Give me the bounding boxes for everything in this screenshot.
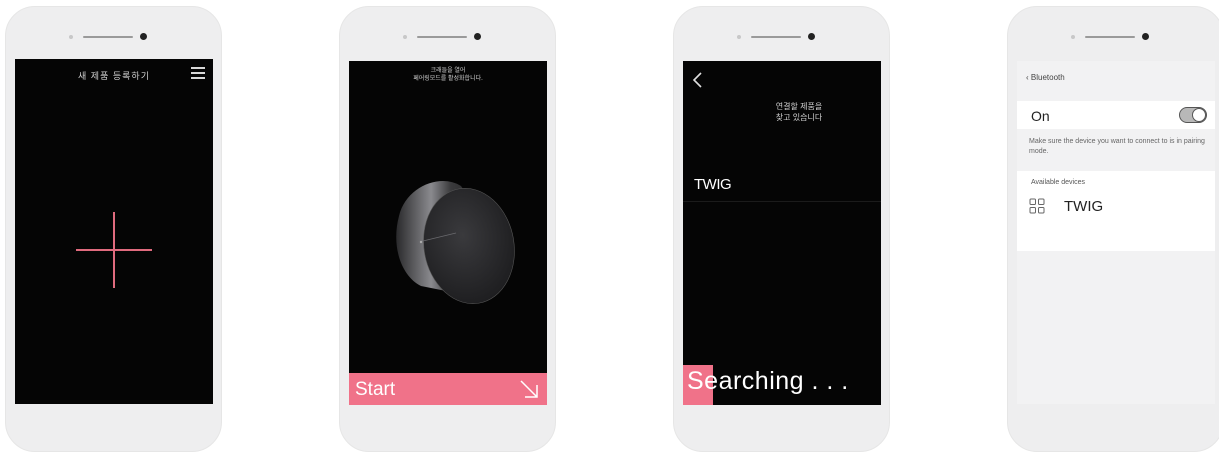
bluetooth-device-item[interactable]: TWIG: [1029, 196, 1199, 220]
phone-mockup-2: 크래들을 열어 페어링모드를 활성화합니다. Start: [339, 6, 556, 452]
phone-camera-area: [1070, 32, 1161, 42]
toggle-knob: [1192, 108, 1206, 122]
front-camera: [473, 33, 481, 40]
instruction-line-1: 크래들을 열어: [430, 68, 466, 74]
available-devices-panel: Available devices TWIG: [1017, 171, 1215, 251]
front-camera: [807, 33, 815, 40]
device-search-screen: 연결할 제품을 찾고 있습니다 TWIG Searching . . .: [683, 61, 881, 405]
device-grid-icon: [1029, 198, 1045, 214]
phone-mockup-4: ‹ Bluetooth On Make sure the device you …: [1007, 6, 1219, 452]
speaker-grille: [750, 36, 801, 38]
sensor-dot: [402, 35, 407, 39]
chevron-left-icon[interactable]: [691, 71, 705, 89]
sensor-dot: [736, 35, 741, 39]
instruction-line-2: 페어링모드를 활성화합니다.: [413, 76, 483, 82]
device-cradle-image: [396, 180, 515, 304]
device-list-item[interactable]: TWIG: [683, 166, 881, 202]
pairing-hint: Make sure the device you want to connect…: [1029, 138, 1205, 155]
speaker-grille: [82, 36, 133, 38]
status-line-2: 찾고 있습니다: [775, 113, 823, 122]
phone-camera-area: [736, 32, 827, 42]
back-label: Bluetooth: [1030, 73, 1065, 82]
status-line-1: 연결할 제품을: [775, 102, 823, 111]
bluetooth-toggle[interactable]: [1179, 107, 1207, 123]
search-status: 연결할 제품을 찾고 있습니다: [739, 101, 859, 123]
sensor-dot: [68, 35, 73, 39]
searching-indicator: Searching . . .: [683, 361, 881, 405]
phone-mockup-3: 연결할 제품을 찾고 있습니다 TWIG Searching . . .: [673, 6, 890, 452]
on-label: On: [1031, 108, 1050, 124]
pairing-instruction: 크래들을 열어 페어링모드를 활성화합니다.: [349, 67, 547, 83]
speaker-grille: [416, 36, 467, 38]
register-product-screen: 새 제품 등록하기: [15, 59, 213, 404]
chevron-left-icon: ‹: [1026, 73, 1029, 82]
hamburger-menu-icon[interactable]: [191, 67, 205, 79]
device-name: TWIG: [694, 176, 732, 193]
bluetooth-back-button[interactable]: ‹ Bluetooth: [1026, 73, 1065, 82]
phone-mockup-1: 새 제품 등록하기: [5, 6, 222, 452]
speaker-grille: [1084, 36, 1135, 38]
searching-label: Searching . . .: [687, 367, 849, 395]
front-camera: [1141, 33, 1149, 40]
add-product-plus-icon[interactable]: [76, 212, 152, 288]
page-title: 새 제품 등록하기: [78, 71, 150, 81]
available-devices-heading: Available devices: [1031, 179, 1085, 186]
phone-camera-area: [68, 32, 159, 42]
phone-camera-area: [402, 32, 493, 42]
start-button-label: Start: [355, 379, 396, 400]
start-button[interactable]: Start: [349, 373, 547, 405]
arrow-down-right-icon: [520, 380, 538, 398]
sensor-dot: [1070, 35, 1075, 39]
device-name: TWIG: [1064, 198, 1104, 215]
bluetooth-toggle-row: On: [1017, 101, 1215, 129]
bluetooth-settings-screen: ‹ Bluetooth On Make sure the device you …: [1017, 61, 1215, 404]
front-camera: [139, 33, 147, 40]
pairing-instruction-screen: 크래들을 열어 페어링모드를 활성화합니다. Start: [349, 61, 547, 405]
